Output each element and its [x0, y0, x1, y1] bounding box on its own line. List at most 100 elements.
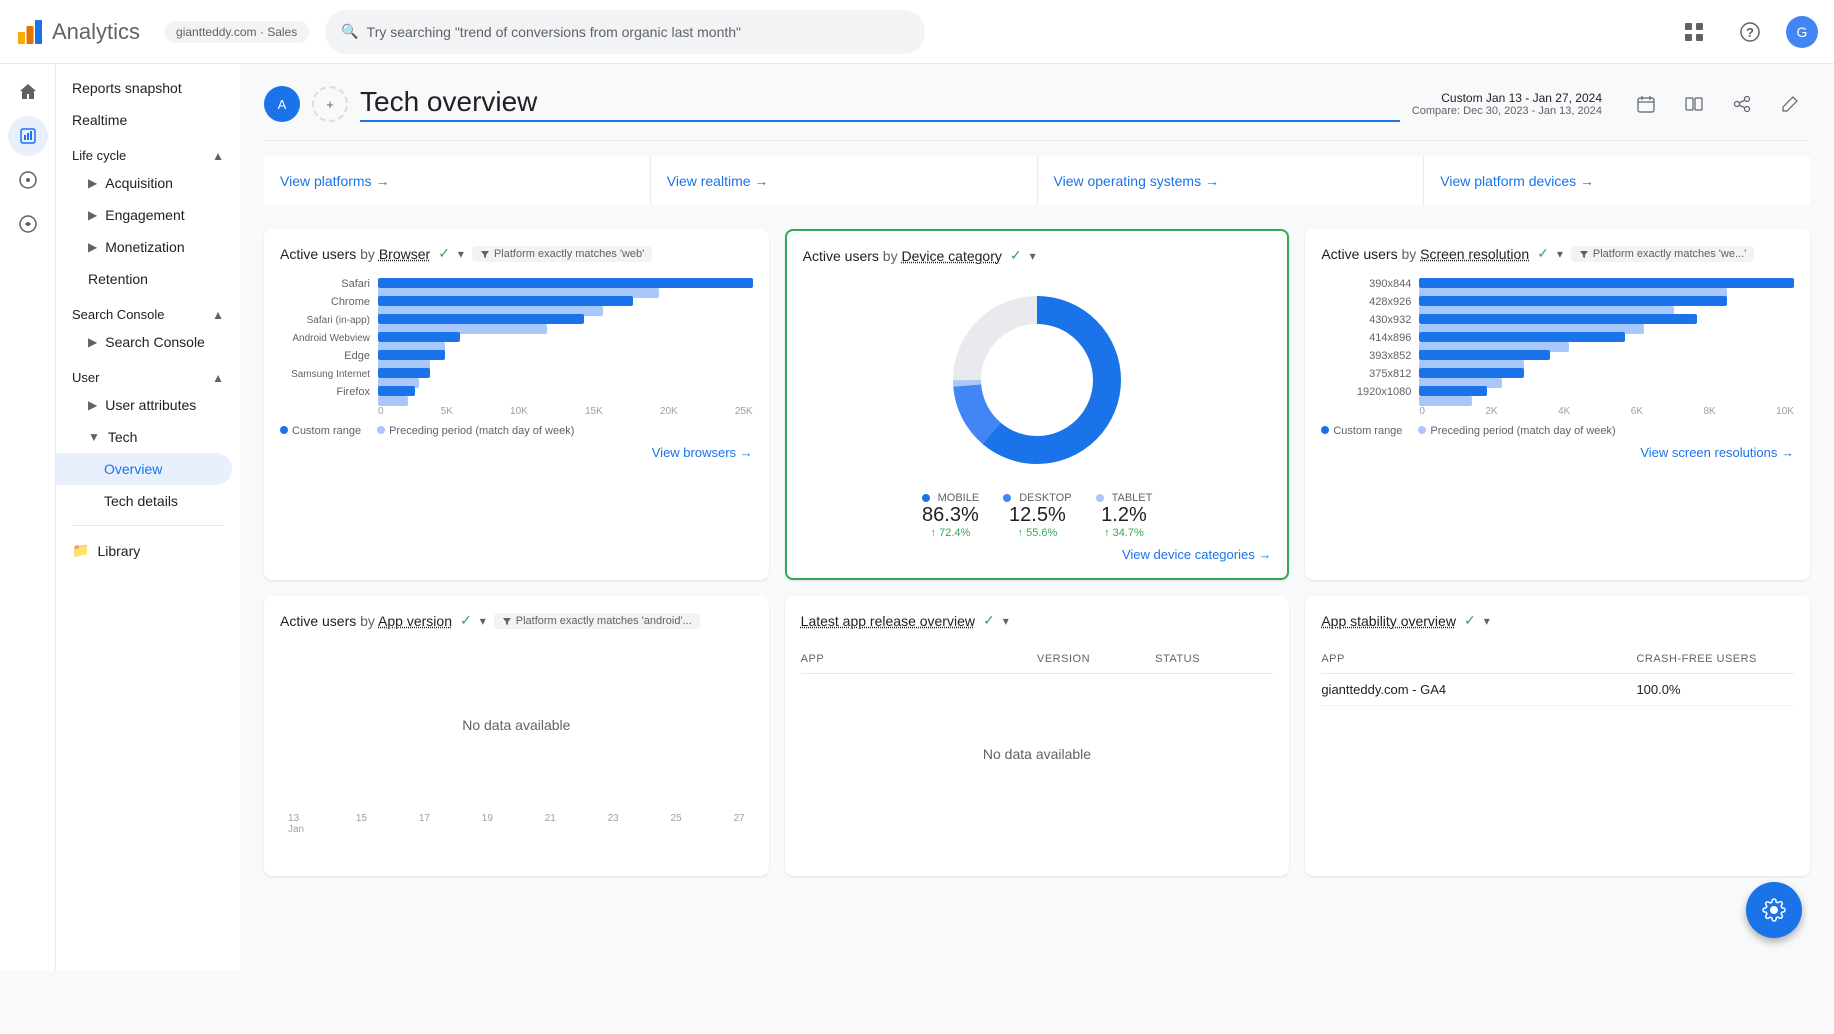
user-avatar[interactable]: G [1786, 16, 1818, 48]
view-screen-resolutions-link[interactable]: View screen resolutions → [1321, 445, 1794, 460]
home-icon-btn[interactable] [8, 72, 48, 112]
view-realtime-link[interactable]: View realtime → [667, 173, 769, 189]
sidebar-item-tech-details[interactable]: Tech details [56, 485, 232, 517]
bar-row-android-webview: Android Webview [280, 332, 753, 344]
view-platforms-link[interactable]: View platforms → [280, 173, 389, 189]
bar-current [1419, 386, 1486, 396]
compare-columns-icon [1685, 95, 1703, 113]
bar-current [378, 296, 633, 306]
bar-container [1419, 278, 1794, 290]
bar-label: 414x896 [1321, 332, 1411, 344]
sidebar-item-reports-snapshot[interactable]: Reports snapshot [56, 72, 232, 104]
add-comparison-btn[interactable]: + [312, 86, 348, 122]
sidebar-item-acquisition[interactable]: ▶ Acquisition [56, 167, 232, 199]
grid-icon-btn[interactable] [1674, 12, 1714, 52]
share-icon-btn[interactable] [1722, 84, 1762, 124]
screen-chart-header: Active users by Screen resolution ✓ ▾ Pl… [1321, 245, 1794, 262]
app-version-title: Active users by App version [280, 613, 452, 629]
nav-card-os[interactable]: View operating systems → [1038, 157, 1424, 205]
sidebar-item-engagement[interactable]: ▶ Engagement [56, 199, 232, 231]
sidebar-search-console-label: Search Console [105, 334, 205, 350]
sidebar-item-user-attributes[interactable]: ▶ User attributes [56, 389, 232, 421]
fab-settings-btn[interactable] [1746, 882, 1802, 938]
sidebar-item-retention[interactable]: Retention [56, 263, 232, 295]
search-bar[interactable]: 🔍 Try searching "trend of conversions fr… [325, 10, 925, 54]
bar-current [378, 350, 445, 360]
sidebar-item-realtime[interactable]: Realtime [56, 104, 232, 136]
sidebar-item-search-console[interactable]: ▶ Search Console [56, 326, 232, 358]
bar-row-chrome: Chrome [280, 296, 753, 308]
view-os-link[interactable]: View operating systems → [1054, 173, 1219, 189]
tablet-dot [1096, 494, 1104, 502]
account-pill[interactable]: giantteddy.com · Sales [164, 21, 309, 43]
help-icon: ? [1740, 22, 1760, 42]
bar-current [1419, 332, 1625, 342]
mobile-label: MOBILE [922, 492, 980, 504]
browser-chart-legend: Custom range Preceding period (match day… [280, 425, 753, 437]
app-version-dropdown-btn[interactable]: ▾ [480, 614, 486, 628]
bar-label: Chrome [280, 296, 370, 308]
view-device-categories-link[interactable]: View device categories → [803, 547, 1272, 562]
view-platform-devices-link[interactable]: View platform devices → [1440, 173, 1594, 189]
acquisition-expand-icon: ▶ [88, 176, 97, 190]
page-title: Tech overview [360, 86, 1400, 122]
lifecycle-chevron-icon: ▲ [212, 149, 224, 163]
nav-card-realtime[interactable]: View realtime → [651, 157, 1037, 205]
tablet-value: 1.2% [1096, 504, 1153, 527]
explore-icon-btn[interactable] [8, 160, 48, 200]
bar-container [378, 278, 753, 290]
reports-icon [18, 126, 38, 146]
sidebar-search-console-section[interactable]: Search Console ▲ [56, 295, 240, 326]
device-dropdown-btn[interactable]: ▾ [1030, 249, 1036, 263]
bar-container [1419, 314, 1794, 326]
page-header-avatar: A [264, 86, 300, 122]
sidebar-item-overview[interactable]: Overview [56, 453, 232, 485]
screen-chart-card: Active users by Screen resolution ✓ ▾ Pl… [1305, 229, 1810, 580]
bar-container [1419, 332, 1794, 344]
sidebar-lifecycle-section[interactable]: Life cycle ▲ [56, 136, 240, 167]
search-placeholder: Try searching "trend of conversions from… [367, 24, 741, 40]
advertising-icon-btn[interactable] [8, 204, 48, 244]
help-icon-btn[interactable]: ? [1730, 12, 1770, 52]
app-stability-dropdown-btn[interactable]: ▾ [1484, 614, 1490, 628]
mobile-value: 86.3% [922, 504, 980, 527]
view-browsers-link[interactable]: View browsers → [280, 445, 753, 460]
app-version-filter-badge[interactable]: Platform exactly matches 'android'... [494, 613, 700, 629]
bar-container [1419, 350, 1794, 362]
browser-chart-header: Active users by Browser ✓ ▾ Platform exa… [280, 245, 753, 262]
screen-filter-badge[interactable]: Platform exactly matches 'we...' [1571, 246, 1754, 262]
bar-label: 1920x1080 [1321, 386, 1411, 398]
date-range[interactable]: Custom Jan 13 - Jan 27, 2024 [1441, 91, 1602, 105]
sidebar-item-tech[interactable]: ▼ Tech [56, 421, 232, 453]
app-version-card: Active users by App version ✓ ▾ Platform… [264, 596, 769, 876]
sidebar-user-section[interactable]: User ▲ [56, 358, 240, 389]
fab-gear-icon [1762, 898, 1786, 922]
date-picker-icon-btn[interactable] [1626, 84, 1666, 124]
latest-app-dropdown-btn[interactable]: ▾ [1003, 614, 1009, 628]
browser-filter-badge[interactable]: Platform exactly matches 'web' [472, 246, 652, 262]
bar-container [378, 314, 753, 326]
app-version-check-icon: ✓ [460, 612, 472, 629]
edit-pencil-icon [1781, 95, 1799, 113]
browser-dropdown-btn[interactable]: ▾ [458, 247, 464, 261]
legend-dot-current [1321, 426, 1329, 434]
latest-app-card: Latest app release overview ✓ ▾ APP VERS… [785, 596, 1290, 876]
tablet-change: ↑ 34.7% [1096, 527, 1153, 539]
edit-icon-btn[interactable] [1770, 84, 1810, 124]
nav-card-platform-devices[interactable]: View platform devices → [1424, 157, 1810, 205]
screen-dropdown-btn[interactable]: ▾ [1557, 247, 1563, 261]
analytics-logo-icon [16, 18, 44, 46]
app-name-cell: giantteddy.com - GA4 [1321, 682, 1636, 697]
bar-row-390: 390x844 [1321, 278, 1794, 290]
sidebar-item-monetization[interactable]: ▶ Monetization [56, 231, 232, 263]
nav-card-platforms[interactable]: View platforms → [264, 157, 650, 205]
svg-text:?: ? [1746, 25, 1754, 40]
latest-app-table-header: APP VERSION STATUS [801, 645, 1274, 674]
reports-icon-btn[interactable] [8, 116, 48, 156]
bar-label: Android Webview [280, 333, 370, 344]
compare-icon-btn[interactable] [1674, 84, 1714, 124]
screen-check-icon: ✓ [1537, 245, 1549, 262]
screen-bar-chart: 390x844 428x926 [1321, 278, 1794, 437]
sidebar-item-library[interactable]: 📁 Library [56, 534, 232, 567]
search-console-chevron-icon: ▲ [212, 308, 224, 322]
